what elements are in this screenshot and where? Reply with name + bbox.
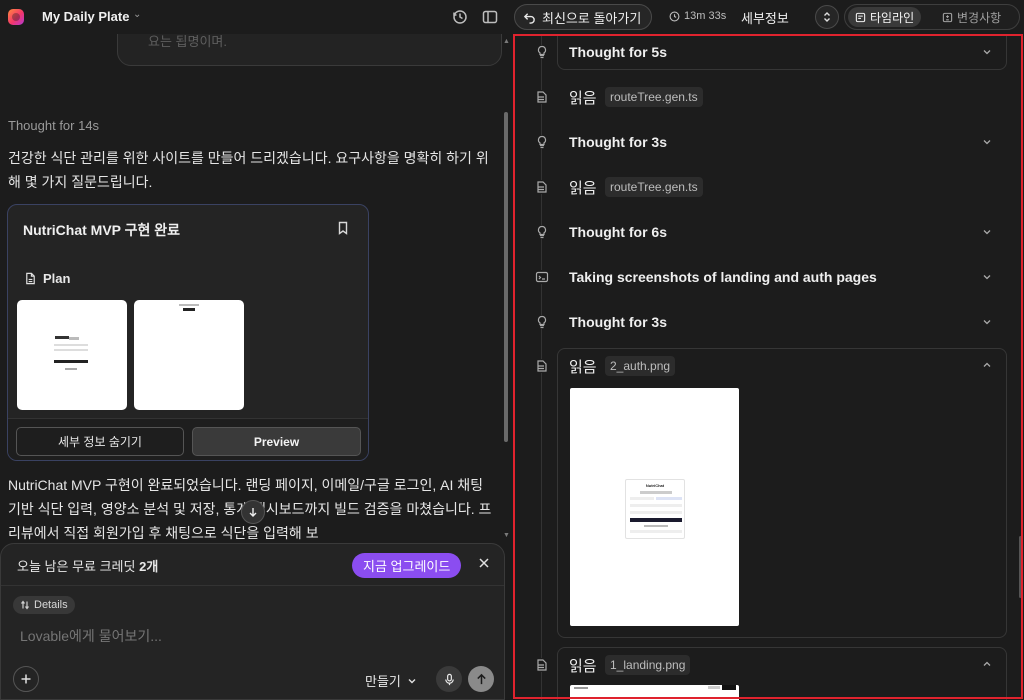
- view-switcher: 타임라인 변경사항: [844, 4, 1020, 30]
- chevron-up-down-icon: [824, 12, 830, 22]
- scrollbar-down-arrow[interactable]: ▼: [503, 532, 510, 539]
- restore-latest-button[interactable]: 최신으로 돌아가기: [514, 4, 653, 30]
- timeline-item-label: 읽음: [569, 90, 597, 107]
- file-chip[interactable]: routeTree.gen.ts: [605, 87, 703, 107]
- mode-select-label: 만들기: [365, 674, 401, 689]
- previous-message-text: 요는 됩명이며.: [148, 34, 227, 49]
- file-read-icon: [535, 359, 549, 373]
- sidebar-toggle-icon[interactable]: [481, 8, 499, 26]
- credit-prefix: 오늘 남은 무료 크레딧: [17, 559, 140, 574]
- auth-screenshot-preview[interactable]: NutriChat: [570, 388, 739, 626]
- project-menu-chevron-icon[interactable]: ⌄: [133, 9, 141, 20]
- scroll-to-bottom-button[interactable]: [241, 500, 265, 524]
- file-read-icon: [535, 90, 549, 104]
- auth-card: NutriChat: [625, 479, 685, 539]
- timeline-item-label[interactable]: Thought for 3s: [569, 134, 667, 150]
- timeline-item-label: 읽음: [569, 359, 597, 376]
- landing-screenshot-preview[interactable]: [570, 685, 739, 700]
- plan-card-title: NutriChat MVP 구현 완료: [23, 222, 181, 238]
- chevron-down-icon[interactable]: [982, 317, 992, 327]
- timeline-item-label[interactable]: Taking screenshots of landing and auth p…: [569, 269, 877, 285]
- arrow-up-icon: [476, 673, 486, 684]
- microphone-button[interactable]: [436, 666, 462, 692]
- plan-card: NutriChat MVP 구현 완료 Plan 세부 정보 숨기기 Previ…: [7, 204, 369, 461]
- history-icon[interactable]: [451, 8, 469, 26]
- details-chip[interactable]: Details: [13, 596, 75, 614]
- plan-card-footer: 세부 정보 숨기기 Preview: [8, 418, 368, 460]
- plus-icon: [21, 674, 31, 684]
- timeline-panel: Thought for 5s 읽음 routeTree.gen.ts Thoug…: [513, 34, 1024, 700]
- lightbulb-icon: [535, 135, 549, 149]
- run-duration: 13m 33s: [669, 10, 726, 22]
- close-icon[interactable]: [477, 556, 491, 570]
- chat-composer: 오늘 남은 무료 크레딧 2개 지금 업그레이드 Details 만들기: [0, 543, 505, 700]
- timeline-item-label[interactable]: Thought for 3s: [569, 314, 667, 330]
- clock-icon: [669, 11, 680, 21]
- chevron-up-icon[interactable]: [982, 659, 992, 669]
- diff-icon: [942, 12, 953, 22]
- chevron-up-icon[interactable]: [982, 360, 992, 370]
- send-button[interactable]: [468, 666, 494, 692]
- details-chip-label: Details: [34, 599, 68, 611]
- tab-changes[interactable]: 변경사항: [935, 7, 1008, 27]
- chat-scrollbar[interactable]: [504, 112, 508, 442]
- credit-count: 2개: [139, 559, 159, 574]
- screenshot-thumbnail-landing[interactable]: [134, 300, 244, 410]
- terminal-icon: [535, 270, 549, 284]
- timeline-scrollbar[interactable]: [1019, 536, 1022, 598]
- mode-select[interactable]: 만들기: [365, 671, 417, 690]
- chat-input[interactable]: [20, 628, 480, 644]
- upgrade-button[interactable]: 지금 업그레이드: [352, 553, 462, 578]
- timeline-item-label: 읽음: [569, 658, 597, 675]
- plan-section-text: Plan: [43, 271, 71, 286]
- timeline-item-label: Thought for 5s: [569, 44, 667, 60]
- credit-text: 오늘 남은 무료 크레딧 2개: [17, 556, 158, 575]
- file-chip[interactable]: routeTree.gen.ts: [605, 177, 703, 197]
- hide-details-button[interactable]: 세부 정보 숨기기: [16, 427, 184, 456]
- chevron-down-icon: [408, 678, 416, 683]
- lightbulb-icon: [535, 45, 549, 59]
- microphone-icon: [444, 673, 454, 685]
- top-bar: My Daily Plate ⌄ 최신으로 돌아가기 13m 33s 세부정보 …: [0, 0, 1024, 34]
- file-chip[interactable]: 1_landing.png: [605, 655, 691, 675]
- preview-button[interactable]: Preview: [192, 427, 361, 456]
- screenshot-thumbnail-auth[interactable]: [17, 300, 127, 410]
- credit-banner: 오늘 남은 무료 크레딧 2개 지금 업그레이드: [1, 544, 504, 586]
- tab-timeline-label: 타임라인: [870, 10, 915, 25]
- arrow-down-icon: [249, 508, 257, 517]
- timeline-icon: [855, 12, 866, 22]
- chevron-down-icon[interactable]: [982, 227, 992, 237]
- lovable-logo-icon[interactable]: [8, 9, 24, 25]
- project-name[interactable]: My Daily Plate: [42, 9, 129, 24]
- timeline-item-label: 읽음: [569, 180, 597, 197]
- chevron-down-icon[interactable]: [982, 137, 992, 147]
- details-title: 세부정보: [741, 11, 789, 26]
- file-chip[interactable]: 2_auth.png: [605, 356, 676, 376]
- file-read-icon: [535, 658, 549, 672]
- link-icon: [21, 600, 29, 610]
- chevron-down-icon[interactable]: [982, 272, 992, 282]
- lightbulb-icon: [535, 315, 549, 329]
- expand-collapse-button[interactable]: [815, 5, 839, 29]
- tab-timeline[interactable]: 타임라인: [848, 7, 922, 27]
- file-read-icon: [535, 180, 549, 194]
- scrollbar-up-arrow[interactable]: ▲: [503, 38, 510, 45]
- undo-arrow-icon: [523, 12, 535, 24]
- assistant-intro-message: 건강한 식단 관리를 위한 사이트를 만들어 드리겠습니다. 요구사항을 명확히…: [8, 150, 489, 190]
- bookmark-icon[interactable]: [336, 221, 350, 235]
- duration-text: 13m 33s: [684, 10, 727, 22]
- previous-user-message: 요는 됩명이며.: [117, 34, 502, 66]
- auth-brand: NutriChat: [645, 483, 665, 488]
- document-icon: [26, 272, 35, 285]
- tab-changes-label: 변경사항: [957, 10, 1002, 25]
- restore-label: 최신으로 돌아가기: [542, 10, 642, 26]
- plan-section-label[interactable]: Plan: [24, 271, 70, 286]
- chevron-down-icon[interactable]: [982, 47, 992, 57]
- thought-duration[interactable]: Thought for 14s: [8, 118, 99, 133]
- timeline-item-label[interactable]: Thought for 6s: [569, 224, 667, 240]
- lightbulb-icon: [535, 225, 549, 239]
- add-attachment-button[interactable]: [13, 666, 39, 692]
